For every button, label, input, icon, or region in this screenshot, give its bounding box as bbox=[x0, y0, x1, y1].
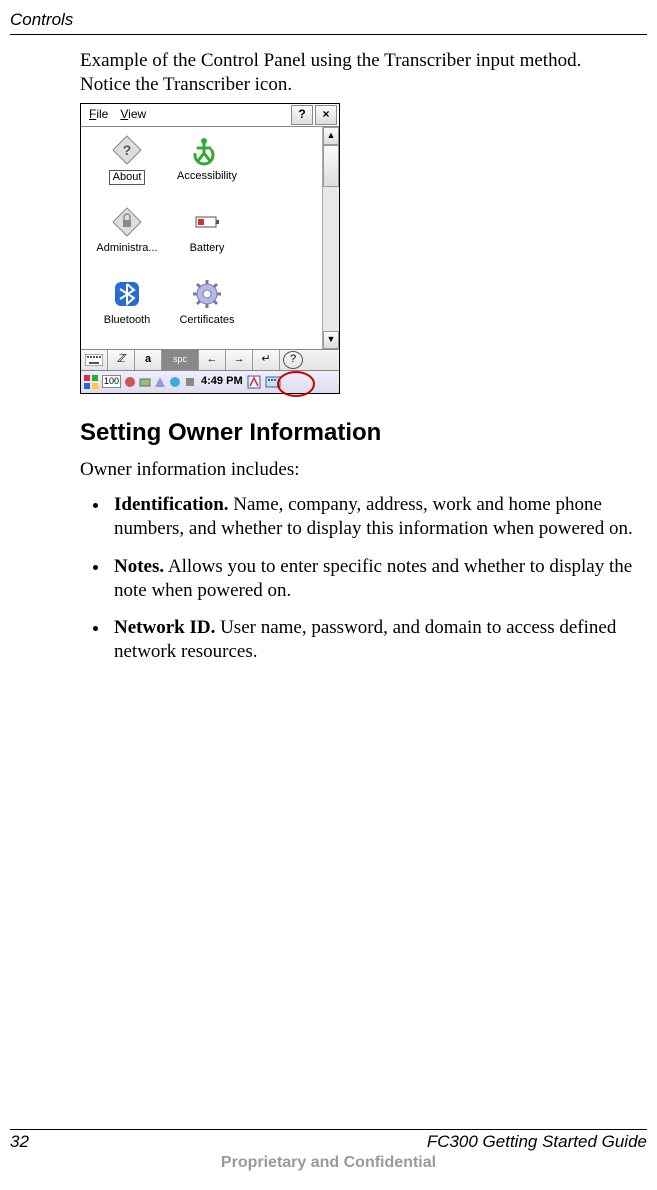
system-tray bbox=[124, 376, 196, 388]
cp-label: Battery bbox=[190, 242, 225, 256]
cp-label: Accessibility bbox=[177, 170, 237, 184]
page-footer: 32 FC300 Getting Started Guide Proprieta… bbox=[10, 1129, 647, 1172]
transcriber-icon[interactable] bbox=[246, 374, 262, 390]
scroll-thumb[interactable] bbox=[323, 145, 339, 187]
menu-view[interactable]: View bbox=[114, 105, 152, 124]
svg-text:?: ? bbox=[123, 142, 132, 158]
cp-label: Certificates bbox=[179, 314, 234, 328]
tray-icon[interactable] bbox=[184, 376, 196, 388]
left-arrow-button[interactable]: ← bbox=[199, 350, 226, 370]
tray-icon[interactable] bbox=[124, 376, 136, 388]
battery-icon bbox=[190, 205, 224, 239]
input-toolbar: ℤ a spc ← → ↵ ? bbox=[81, 349, 339, 370]
lock-icon bbox=[110, 205, 144, 239]
accessibility-icon bbox=[190, 133, 224, 167]
cp-item-certificates[interactable]: Certificates bbox=[167, 277, 247, 349]
cp-item-accessibility[interactable]: Accessibility bbox=[167, 133, 247, 205]
intro-line-2: Notice the Transcriber icon. bbox=[80, 74, 292, 95]
start-icon[interactable] bbox=[83, 374, 99, 390]
vertical-scrollbar[interactable]: ▲ ▼ bbox=[322, 127, 339, 349]
cp-item-administra[interactable]: Administra... bbox=[87, 205, 167, 277]
scroll-up-button[interactable]: ▲ bbox=[323, 127, 339, 145]
term: Notes. bbox=[114, 556, 164, 577]
intro-line-1: Example of the Control Panel using the T… bbox=[80, 50, 581, 71]
header-rule bbox=[10, 34, 647, 35]
term: Network ID. bbox=[114, 617, 215, 638]
bullet-list: Identification. Name, company, address, … bbox=[80, 493, 647, 664]
cp-item-bluetooth[interactable]: Bluetooth bbox=[87, 277, 167, 349]
control-panel-screenshot: File View ? × ? About bbox=[80, 103, 340, 394]
right-arrow-button[interactable]: → bbox=[226, 350, 253, 370]
running-head: Controls bbox=[10, 10, 647, 34]
tray-icon[interactable] bbox=[139, 376, 151, 388]
cp-label: Bluetooth bbox=[104, 314, 150, 328]
section-lead: Owner information includes: bbox=[80, 458, 647, 482]
list-item: Network ID. User name, password, and dom… bbox=[110, 616, 647, 664]
list-item: Identification. Name, company, address, … bbox=[110, 493, 647, 541]
space-button[interactable]: spc bbox=[162, 350, 199, 370]
section-heading: Setting Owner Information bbox=[80, 418, 647, 448]
term: Identification. bbox=[114, 494, 229, 515]
tray-icon[interactable] bbox=[169, 376, 181, 388]
bluetooth-icon bbox=[110, 277, 144, 311]
annotation-circle bbox=[277, 371, 315, 397]
toolbar-help-button[interactable]: ? bbox=[283, 351, 303, 369]
menu-file[interactable]: File bbox=[83, 105, 114, 124]
guide-title: FC300 Getting Started Guide bbox=[427, 1132, 647, 1152]
gear-icon bbox=[190, 277, 224, 311]
window-menubar: File View ? × bbox=[81, 104, 339, 127]
help-button[interactable]: ? bbox=[291, 105, 313, 125]
rest: Allows you to enter specific notes and w… bbox=[114, 556, 632, 601]
cp-item-battery[interactable]: Battery bbox=[167, 205, 247, 277]
letter-a-button[interactable]: a bbox=[135, 350, 162, 370]
cp-label: Administra... bbox=[96, 242, 157, 256]
control-panel-grid: ? About Accessibility bbox=[81, 127, 322, 349]
scroll-down-button[interactable]: ▼ bbox=[323, 331, 339, 349]
cp-label: About bbox=[109, 170, 146, 186]
intro-paragraph: Example of the Control Panel using the T… bbox=[80, 49, 647, 97]
cp-item-about[interactable]: ? About bbox=[87, 133, 167, 205]
clock: 4:49 PM bbox=[201, 375, 243, 389]
close-button[interactable]: × bbox=[315, 105, 337, 125]
keyboard-icon[interactable] bbox=[81, 350, 108, 370]
about-icon: ? bbox=[110, 133, 144, 167]
confidential-notice: Proprietary and Confidential bbox=[10, 1154, 647, 1172]
tray-icon[interactable] bbox=[154, 376, 166, 388]
script-icon[interactable]: ℤ bbox=[108, 350, 135, 370]
num-indicator: 100 bbox=[102, 375, 121, 388]
page-number: 32 bbox=[10, 1132, 29, 1152]
list-item: Notes. Allows you to enter specific note… bbox=[110, 555, 647, 603]
enter-button[interactable]: ↵ bbox=[253, 350, 280, 370]
